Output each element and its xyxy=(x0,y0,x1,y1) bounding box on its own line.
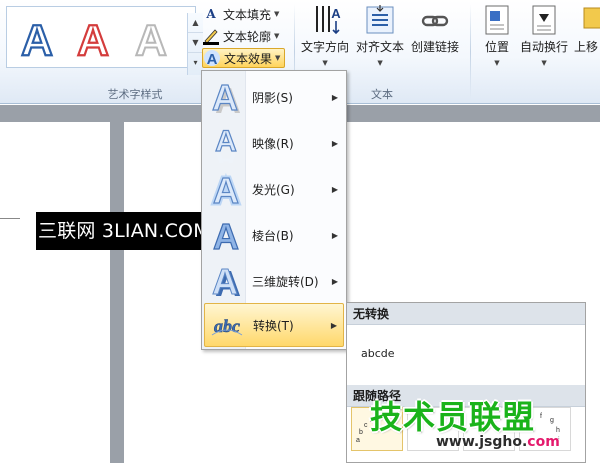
shadow-a-icon: A A xyxy=(211,77,241,117)
text-outline-icon xyxy=(202,27,220,45)
no-transform-header: 无转换 xyxy=(347,303,585,325)
menu-item-bevel[interactable]: A 棱台(B) ▶ xyxy=(204,213,344,257)
menu-item-shadow[interactable]: A A 阴影(S) ▶ xyxy=(204,75,344,119)
svg-text:A: A xyxy=(207,51,218,67)
position-label: 位置 xyxy=(484,40,509,54)
menu-item-reflection[interactable]: A A 映像(R) ▶ xyxy=(204,121,344,165)
bring-forward-icon xyxy=(583,7,600,29)
position-icon xyxy=(485,5,509,35)
menu-item-label: 阴影(S) xyxy=(252,90,293,105)
menu-item-label: 转换(T) xyxy=(253,318,294,333)
ribbon-separator xyxy=(470,4,471,100)
chevron-right-icon: ▶ xyxy=(331,184,338,194)
transform-abc-icon: abc xyxy=(211,316,243,336)
text-direction-label: 文字方向 xyxy=(301,40,350,54)
chevron-right-icon: ▶ xyxy=(330,320,337,330)
position-button[interactable]: 位置 ▼ xyxy=(481,4,513,67)
reflection-a-icon: A A xyxy=(215,124,238,163)
gallery-scrollbar[interactable]: ▲ ▼ ▾ xyxy=(187,13,203,75)
wordart-red-style[interactable]: A xyxy=(67,13,119,63)
bevel-a-icon: A xyxy=(212,215,239,255)
text-fill-icon: A xyxy=(206,7,216,21)
wrap-text-label: 自动换行 xyxy=(520,40,569,54)
align-text-label: 对齐文本 xyxy=(356,40,405,54)
chevron-down-icon: ▼ xyxy=(377,59,383,67)
text-effects-menu: A A 阴影(S) ▶ A A 映像(R) ▶ A A 发光(G) ▶ A 棱台… xyxy=(201,70,347,350)
link-icon xyxy=(421,15,449,27)
text-fill-label: 文本填充 xyxy=(223,7,272,22)
menu-item-label: 映像(R) xyxy=(252,136,294,151)
svg-text:A: A xyxy=(215,146,237,163)
align-text-button[interactable]: 对齐文本 ▼ xyxy=(356,4,404,67)
bring-forward-label: 上移 xyxy=(574,40,599,54)
chevron-down-icon: ▼ xyxy=(275,54,281,62)
chevron-right-icon: ▶ xyxy=(331,138,338,148)
svg-text:abc: abc xyxy=(214,316,240,336)
wordart-group-label: 艺术字样式 xyxy=(107,88,163,101)
chevron-right-icon: ▶ xyxy=(331,276,338,286)
wrap-text-icon xyxy=(532,5,556,35)
menu-item-transform[interactable]: abc 转换(T) ▶ xyxy=(204,303,344,347)
brand-url-main: www.jsgho. xyxy=(436,434,528,450)
chevron-down-icon: ▼ xyxy=(274,32,280,40)
menu-item-label: 三维旋转(D) xyxy=(252,274,319,289)
menu-item-label: 发光(G) xyxy=(252,182,295,197)
wordart-blue-style[interactable]: A xyxy=(11,13,63,63)
brand-url: www.jsgho.com xyxy=(436,434,560,450)
brand-watermark: 技术员联盟 xyxy=(370,398,536,436)
3d-rotation-a-icon: A A xyxy=(212,261,242,301)
svg-text:A: A xyxy=(21,16,53,63)
wrap-text-button[interactable]: 自动换行 ▼ xyxy=(520,4,568,67)
bring-forward-button[interactable]: 上移 xyxy=(574,4,600,55)
svg-text:A: A xyxy=(77,16,109,63)
menu-item-label: 棱台(B) xyxy=(252,228,294,243)
no-transform-option[interactable]: abcde xyxy=(361,347,395,360)
wordart-gray-style[interactable]: A xyxy=(125,13,177,63)
svg-text:A: A xyxy=(212,77,238,117)
text-fill-button[interactable]: A 文本填充 ▼ xyxy=(202,4,279,24)
svg-text:A: A xyxy=(213,216,239,255)
svg-text:A: A xyxy=(212,261,238,301)
gallery-down-icon[interactable]: ▼ xyxy=(188,33,203,53)
chevron-right-icon: ▶ xyxy=(331,230,338,240)
create-link-label: 创建链接 xyxy=(411,40,460,54)
text-direction-icon: A xyxy=(316,6,341,35)
gallery-up-icon[interactable]: ▲ xyxy=(188,13,203,33)
text-direction-button[interactable]: A 文字方向 ▼ xyxy=(301,4,349,67)
svg-text:A: A xyxy=(135,16,167,63)
chevron-right-icon: ▶ xyxy=(331,92,338,102)
text-effects-label: 文本效果 xyxy=(224,51,273,66)
document-page[interactable] xyxy=(0,122,110,463)
text-effects-icon: A xyxy=(203,49,221,67)
chevron-down-icon: ▼ xyxy=(322,59,328,67)
chevron-down-icon: ▼ xyxy=(541,59,547,67)
svg-text:A: A xyxy=(331,6,341,21)
brand-url-tld: com xyxy=(527,434,560,450)
text-effects-button[interactable]: A 文本效果 ▼ xyxy=(202,48,286,68)
margin-marker xyxy=(0,218,20,219)
chevron-down-icon: ▼ xyxy=(494,59,500,67)
menu-item-glow[interactable]: A A 发光(G) ▶ xyxy=(204,167,344,211)
menu-item-3d-rotation[interactable]: A A 三维旋转(D) ▶ xyxy=(204,259,344,303)
wordart-styles-gallery: A A A ▲ ▼ ▾ xyxy=(6,6,203,75)
glow-a-icon: A A xyxy=(211,169,242,209)
align-text-icon xyxy=(366,5,394,34)
text-outline-button[interactable]: 文本轮廓 ▼ xyxy=(202,26,279,46)
create-link-button[interactable]: 创建链接 xyxy=(411,4,459,55)
chevron-down-icon: ▼ xyxy=(274,10,280,18)
svg-text:A: A xyxy=(213,170,239,209)
text-outline-label: 文本轮廓 xyxy=(223,29,272,44)
